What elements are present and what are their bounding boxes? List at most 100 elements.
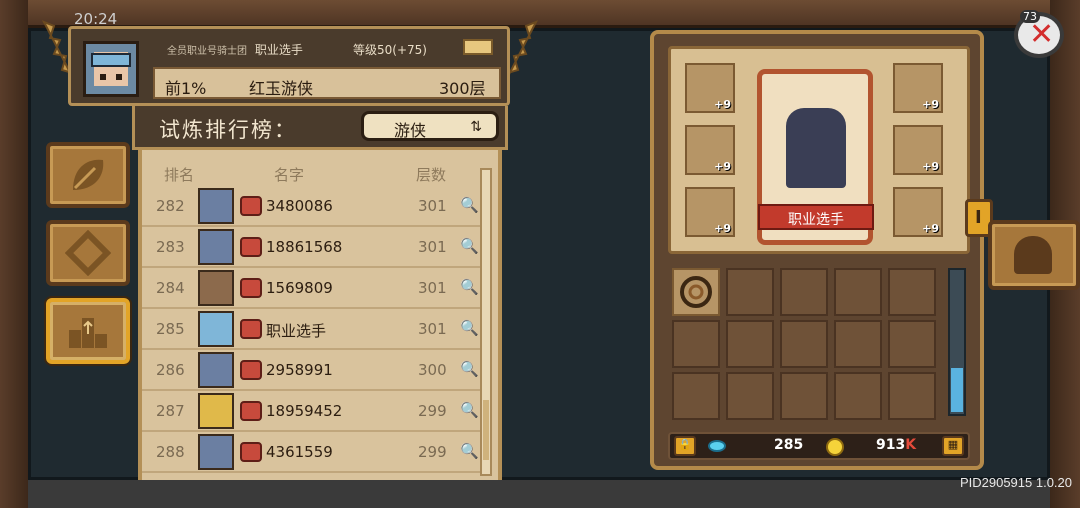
inventory-slot[interactable] <box>834 268 882 316</box>
player-floor: 300层 <box>439 79 486 98</box>
inventory-slot[interactable] <box>726 268 774 316</box>
hero-equipment: +9 +9 +9 职业选手 +9 +9 +9 I <box>668 46 993 254</box>
tab-diamond[interactable] <box>46 220 130 286</box>
class-filter-select[interactable]: 游侠 ⇅ <box>361 111 499 141</box>
player-stats-row: 前1% 红玉游侠 300层 <box>153 67 501 99</box>
ranking-scroll-thumb[interactable] <box>483 400 489 460</box>
hero-avatar <box>198 188 234 224</box>
ring-icon[interactable]: +9 <box>685 125 735 175</box>
pet-icon <box>240 319 262 339</box>
row-name: 2958991 <box>266 361 333 379</box>
tab-helmet[interactable] <box>988 220 1080 290</box>
inventory-slot[interactable] <box>780 268 828 316</box>
inventory-grid <box>668 262 938 424</box>
player-character: 红玉游侠 <box>249 79 314 98</box>
pet-icon <box>240 237 262 257</box>
id-card-icon[interactable] <box>463 39 493 55</box>
inventory-slot[interactable] <box>780 372 828 420</box>
swap-icon: ⇅ <box>470 119 482 135</box>
guild-and-name: 全员职业号骑士团 职业选手 <box>167 41 303 58</box>
inventory-scroll-thumb[interactable] <box>951 368 963 412</box>
row-floors: 301 <box>418 279 447 297</box>
hero-avatar <box>198 229 234 265</box>
hero-avatar <box>198 311 234 347</box>
inventory-slot[interactable] <box>780 320 828 368</box>
coin-unit: K <box>905 437 917 453</box>
coin-icon <box>826 438 844 456</box>
row-name: 3480086 <box>266 197 333 215</box>
spiral-item-icon[interactable] <box>672 268 720 316</box>
player-level: 等级50(+75) <box>353 43 427 57</box>
player-avatar <box>83 41 139 97</box>
gauntlet-icon[interactable]: +9 <box>893 187 943 237</box>
table-row[interactable]: 288 4361559 299 🔍 <box>142 432 486 473</box>
pet-icon <box>240 401 262 421</box>
row-floors: 299 <box>418 443 447 461</box>
lock-icon[interactable]: 🔒 <box>674 436 696 456</box>
row-rank: 285 <box>156 320 185 338</box>
tab-leaderboard[interactable] <box>46 298 130 364</box>
ranking-title: 试炼排行榜： <box>159 118 297 142</box>
gem-icon <box>708 440 726 452</box>
row-rank: 286 <box>156 361 185 379</box>
podium-icon <box>69 318 107 348</box>
table-row[interactable]: 286 2958991 300 🔍 <box>142 350 486 391</box>
inspect-icon[interactable]: 🔍 <box>460 401 479 419</box>
row-rank: 287 <box>156 402 185 420</box>
inventory-slot[interactable] <box>672 320 720 368</box>
inventory-slot[interactable] <box>834 372 882 420</box>
slot-level: +9 <box>714 222 731 235</box>
inspect-icon[interactable]: 🔍 <box>460 278 479 296</box>
diamond-icon <box>65 230 111 276</box>
header-rank: 排名 <box>164 166 195 184</box>
side-tab-label: I <box>975 207 982 228</box>
slot-level: +9 <box>714 160 731 173</box>
row-floors: 300 <box>418 361 447 379</box>
row-floors: 301 <box>418 320 447 338</box>
sort-grid-icon[interactable]: ▦ <box>942 436 964 456</box>
amulet-icon[interactable]: +9 <box>893 125 943 175</box>
player-percentile: 前1% <box>165 79 207 98</box>
row-name: 1569809 <box>266 279 333 297</box>
row-floors: 301 <box>418 197 447 215</box>
ranking-title-bar: 试炼排行榜： 游侠 ⇅ <box>132 106 508 150</box>
table-row[interactable]: 283 18861568 301 🔍 <box>142 227 486 268</box>
inventory-slot[interactable] <box>726 320 774 368</box>
header-name: 名字 <box>274 166 305 184</box>
inventory-slot[interactable] <box>834 320 882 368</box>
pet-icon <box>240 196 262 216</box>
bracelet-icon[interactable]: +9 <box>685 187 735 237</box>
row-rank: 284 <box>156 279 185 297</box>
table-row[interactable]: 282 3480086 301 🔍 <box>142 186 486 227</box>
inventory-slot[interactable] <box>888 372 936 420</box>
spiral-icon <box>680 276 712 308</box>
close-icon: ✕ <box>1029 17 1055 52</box>
table-row[interactable]: 287 18959452 299 🔍 <box>142 391 486 432</box>
close-button[interactable]: 73 ✕ <box>1014 10 1064 58</box>
goggles-avatar-icon <box>91 52 131 86</box>
hero-avatar <box>198 434 234 470</box>
inventory-scrollbar[interactable] <box>948 268 966 416</box>
tab-leaf[interactable] <box>46 142 130 208</box>
slot-level: +9 <box>714 98 731 111</box>
inspect-icon[interactable]: 🔍 <box>460 196 479 214</box>
skull-helmet-icon[interactable]: +9 <box>685 63 735 113</box>
player-name: 职业选手 <box>254 43 303 57</box>
skull-armor-icon[interactable]: +9 <box>893 63 943 113</box>
inventory-slot[interactable] <box>888 268 936 316</box>
ranking-scrollbar[interactable] <box>480 168 492 476</box>
inspect-icon[interactable]: 🔍 <box>460 319 479 337</box>
inventory-slot[interactable] <box>888 320 936 368</box>
inspect-icon[interactable]: 🔍 <box>460 237 479 255</box>
table-row[interactable]: 285 职业选手 301 🔍 <box>142 309 486 350</box>
table-row[interactable]: 284 1569809 301 🔍 <box>142 268 486 309</box>
inventory-slot[interactable] <box>672 372 720 420</box>
inspect-icon[interactable]: 🔍 <box>460 442 479 460</box>
hero-portrait-frame: 职业选手 <box>757 69 874 245</box>
ranking-header: 排名 名字 层数 <box>142 164 482 186</box>
player-card: 全员职业号骑士团 职业选手 等级50(+75) 前1% 红玉游侠 300层 <box>68 26 510 106</box>
hero-figure <box>786 108 846 188</box>
inspect-icon[interactable]: 🔍 <box>460 360 479 378</box>
inventory-slot[interactable] <box>726 372 774 420</box>
coin-count: 913K <box>876 437 916 453</box>
